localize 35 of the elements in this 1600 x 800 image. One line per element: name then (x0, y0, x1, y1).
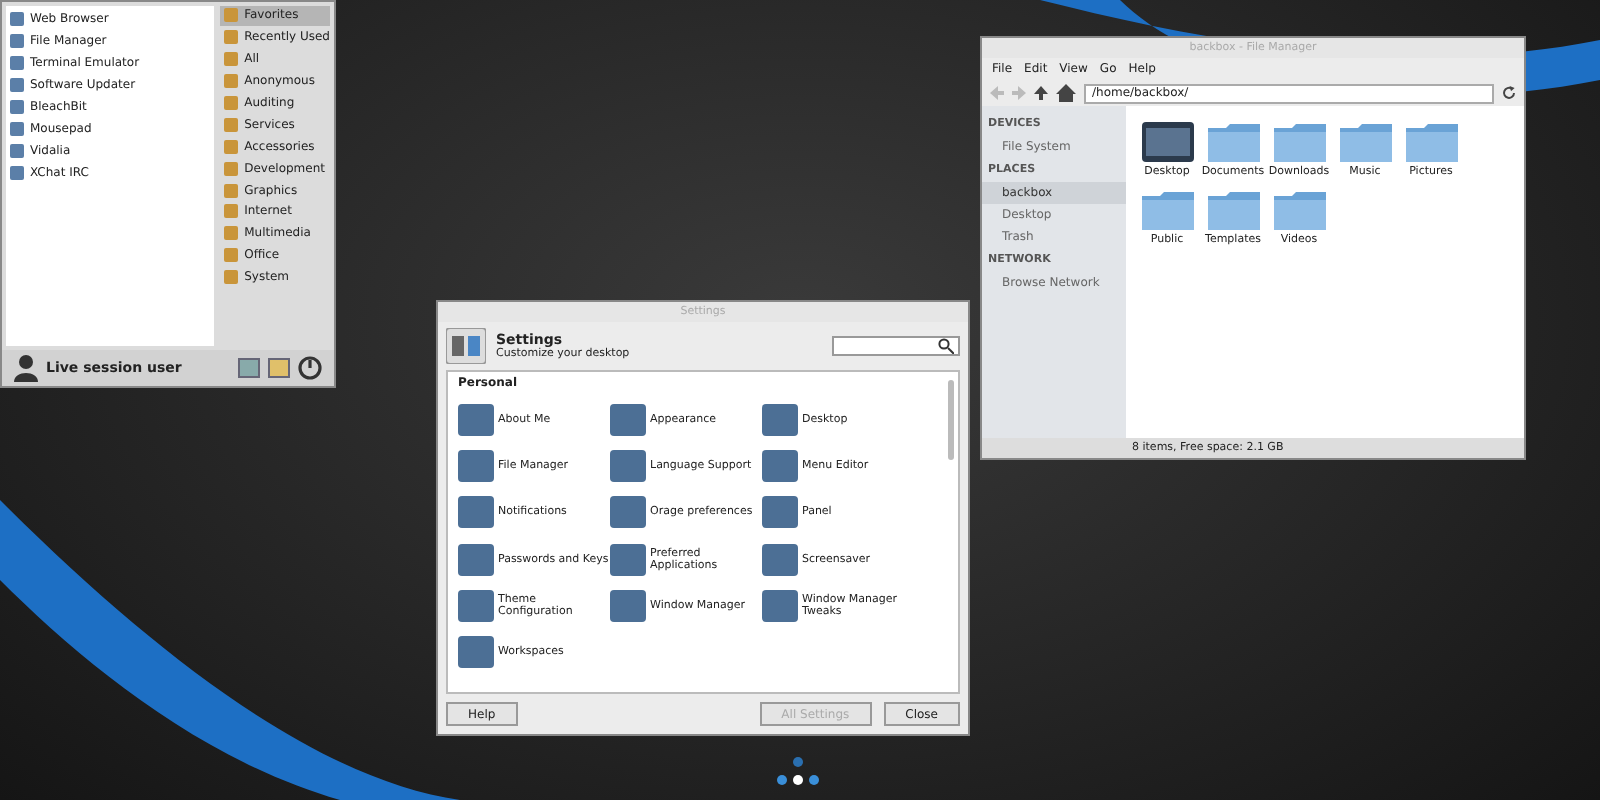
tile-icon (458, 496, 494, 529)
forward-icon[interactable] (1012, 86, 1026, 100)
loading-spinner-icon (774, 756, 822, 788)
tile-icon (762, 543, 798, 576)
tile-icon (762, 496, 798, 529)
search-field[interactable] (832, 336, 960, 356)
folder-icon[interactable] (1273, 122, 1325, 162)
tile-icon (458, 636, 494, 669)
tile-icon (610, 403, 646, 436)
search-icon (938, 338, 954, 354)
tile-icon (610, 496, 646, 529)
tile-icon (458, 543, 494, 576)
folder-icon[interactable] (1339, 122, 1391, 162)
tile-icon (762, 589, 798, 622)
tile-icon (458, 589, 494, 622)
folder-icon[interactable] (1207, 122, 1259, 162)
tile-icon (458, 449, 494, 482)
folder-icon[interactable] (1141, 190, 1193, 230)
back-icon[interactable] (990, 86, 1004, 100)
power-icon[interactable] (298, 356, 322, 380)
scrollbar[interactable] (948, 380, 954, 460)
tile-icon (610, 449, 646, 482)
home-icon[interactable] (1056, 84, 1076, 102)
user-icon (14, 354, 38, 382)
tile-icon (762, 449, 798, 482)
folder-icon[interactable] (1207, 190, 1259, 230)
tile-icon (762, 403, 798, 436)
reload-icon[interactable] (1502, 86, 1516, 100)
desktop-folder-icon[interactable] (1141, 122, 1193, 162)
tile-icon (610, 589, 646, 622)
folder-icon[interactable] (1273, 190, 1325, 230)
tile-icon (610, 543, 646, 576)
tile-icon (458, 403, 494, 436)
up-icon[interactable] (1034, 86, 1048, 100)
folder-icon[interactable] (1405, 122, 1457, 162)
